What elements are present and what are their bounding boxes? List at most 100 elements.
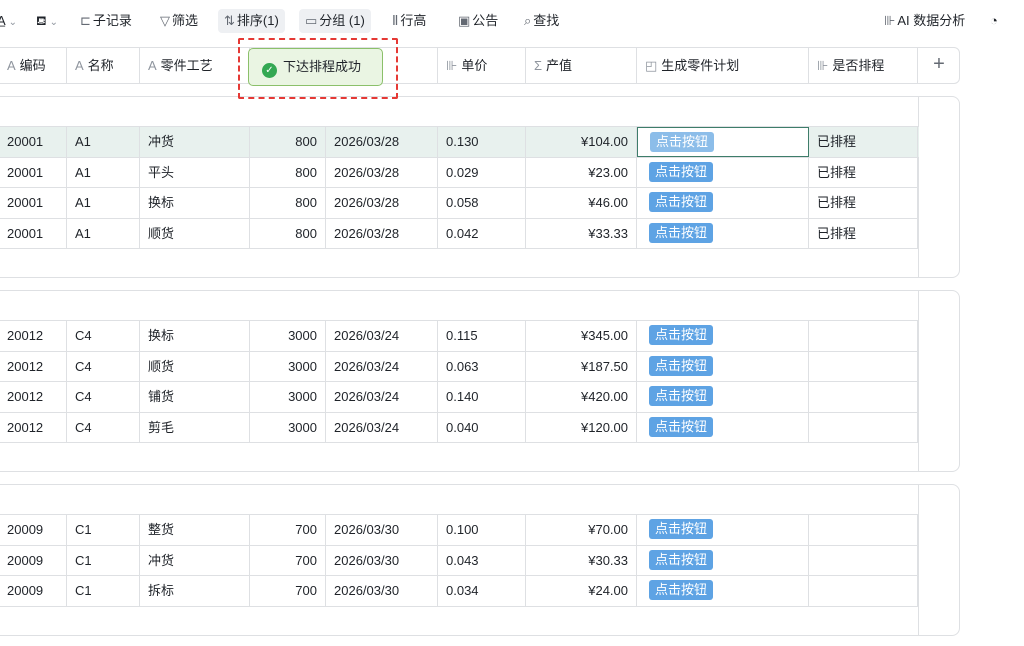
cell-qty[interactable]: 700 (250, 515, 326, 545)
cell-date[interactable]: 2026/03/30 (326, 576, 438, 606)
cell-status[interactable] (809, 351, 918, 382)
cell-qty[interactable]: 800 (250, 188, 326, 218)
cell-value[interactable]: ¥104.00 (526, 127, 637, 157)
cell-status[interactable] (809, 321, 918, 351)
cell-date[interactable]: 2026/03/24 (326, 412, 438, 443)
notice-button[interactable]: ▣ 公告 (458, 9, 498, 33)
cell-value[interactable]: ¥46.00 (526, 188, 637, 218)
cell-name[interactable]: A1 (67, 218, 140, 249)
subrecord-button[interactable]: ⊏ 子记录 (80, 9, 132, 33)
column-header-process[interactable]: A 零件工艺 (140, 48, 250, 83)
cell-process[interactable]: 拆标 (140, 576, 250, 606)
cell-price[interactable]: 0.040 (438, 412, 526, 443)
cell-value[interactable]: ¥33.33 (526, 218, 637, 249)
cell-date[interactable]: 2026/03/28 (326, 218, 438, 249)
table-row[interactable]: 20012 C4 剪毛 3000 2026/03/24 0.040 ¥120.00 点击按钮 (0, 411, 919, 443)
table-row[interactable]: 20001 A1 平头 800 2026/03/28 0.029 ¥23.00 点击按钮 已排程 (0, 156, 919, 188)
cell-name[interactable]: A1 (67, 188, 140, 218)
table-row[interactable]: 20001 A1 冲货 800 2026/03/28 0.130 ¥104.00 点击按钮 已排… (0, 126, 919, 157)
cell-code[interactable]: 20009 (0, 545, 67, 576)
cell-status[interactable] (809, 545, 918, 576)
cell-date[interactable]: 2026/03/24 (326, 351, 438, 382)
cell-qty[interactable]: 3000 (250, 351, 326, 382)
cell-date[interactable]: 2026/03/28 (326, 157, 438, 188)
cell-value[interactable]: ¥120.00 (526, 412, 637, 443)
cell-value[interactable]: ¥30.33 (526, 545, 637, 576)
cell-name[interactable]: C1 (67, 576, 140, 606)
cell-status[interactable]: 已排程 (809, 157, 918, 188)
ai-analysis-button[interactable]: ⊪ AI 数据分析 (884, 9, 965, 33)
table-row[interactable]: 20012 C4 换标 3000 2026/03/24 0.115 ¥345.00 点击按钮 (0, 320, 919, 351)
cell-status[interactable]: 已排程 (809, 188, 918, 218)
cell-process[interactable]: 冲货 (140, 127, 250, 157)
sort-button[interactable]: ⇅ 排序(1) (218, 9, 285, 33)
filter-button[interactable]: ▽ 筛选 (160, 9, 198, 33)
cell-status[interactable]: 已排程 (809, 218, 918, 249)
cell-price[interactable]: 0.100 (438, 515, 526, 545)
cell-code[interactable]: 20012 (0, 382, 67, 412)
cell-qty[interactable]: 3000 (250, 321, 326, 351)
cell-value[interactable]: ¥345.00 (526, 321, 637, 351)
generate-plan-button[interactable]: 点击按钮 (649, 580, 714, 600)
cell-qty[interactable]: 700 (250, 576, 326, 606)
cell-value[interactable]: ¥70.00 (526, 515, 637, 545)
cell-code[interactable]: 20012 (0, 412, 67, 443)
generate-plan-button[interactable]: 点击按钮 (649, 386, 714, 406)
generate-plan-button[interactable]: 点击按钮 (649, 222, 714, 243)
column-header-price[interactable]: ⊪ 单价 (438, 48, 526, 83)
cell-status[interactable]: 已排程 (809, 127, 918, 157)
cell-process[interactable]: 整货 (140, 515, 250, 545)
cell-name[interactable]: A1 (67, 157, 140, 188)
text-color-dropdown[interactable]: A̲ ⌄ (0, 9, 17, 33)
cell-status[interactable] (809, 382, 918, 412)
cell-qty[interactable]: 3000 (250, 382, 326, 412)
cell-process[interactable]: 换标 (140, 188, 250, 218)
cell-price[interactable]: 0.042 (438, 218, 526, 249)
column-header-code[interactable]: A 编码 (0, 48, 67, 83)
row-height-button[interactable]: Ⅱ 行高 (392, 9, 426, 33)
generate-plan-button[interactable]: 点击按钮 (649, 325, 714, 345)
cell-code[interactable]: 20001 (0, 188, 67, 218)
cell-qty[interactable]: 3000 (250, 412, 326, 443)
cell-price[interactable]: 0.043 (438, 545, 526, 576)
cell-price[interactable]: 0.058 (438, 188, 526, 218)
cell-code[interactable]: 20009 (0, 576, 67, 606)
cell-process[interactable]: 铺货 (140, 382, 250, 412)
add-column-button[interactable]: + (919, 48, 959, 83)
cell-price[interactable]: 0.115 (438, 321, 526, 351)
generate-plan-button[interactable]: 点击按钮 (649, 519, 714, 539)
cell-code[interactable]: 20001 (0, 127, 67, 157)
cell-name[interactable]: C4 (67, 321, 140, 351)
cell-code[interactable]: 20009 (0, 515, 67, 545)
cell-value[interactable]: ¥187.50 (526, 351, 637, 382)
cell-qty[interactable]: 800 (250, 157, 326, 188)
generate-plan-button[interactable]: 点击按钮 (649, 161, 714, 182)
cell-process[interactable]: 换标 (140, 321, 250, 351)
cell-process[interactable]: 冲货 (140, 545, 250, 576)
cell-status[interactable] (809, 515, 918, 545)
cell-process[interactable]: 顺货 (140, 351, 250, 382)
table-row[interactable]: 20012 C4 顺货 3000 2026/03/24 0.063 ¥187.50 点击按钮 (0, 350, 919, 382)
cell-code[interactable]: 20001 (0, 218, 67, 249)
history-icon[interactable]: ◔ (990, 9, 998, 33)
cell-name[interactable]: C1 (67, 545, 140, 576)
generate-plan-button[interactable]: 点击按钮 (649, 416, 714, 437)
cell-date[interactable]: 2026/03/28 (326, 127, 438, 157)
cell-date[interactable]: 2026/03/30 (326, 545, 438, 576)
cell-value[interactable]: ¥24.00 (526, 576, 637, 606)
cell-name[interactable]: C4 (67, 351, 140, 382)
cell-status[interactable] (809, 576, 918, 606)
table-row[interactable]: 20001 A1 顺货 800 2026/03/28 0.042 ¥33.33 点击按钮 已排程 (0, 217, 919, 249)
cell-code[interactable]: 20001 (0, 157, 67, 188)
cell-price[interactable]: 0.063 (438, 351, 526, 382)
cell-date[interactable]: 2026/03/30 (326, 515, 438, 545)
cell-qty[interactable]: 700 (250, 545, 326, 576)
cell-price[interactable]: 0.130 (438, 127, 526, 157)
column-header-name[interactable]: A 名称 (67, 48, 140, 83)
table-row[interactable]: 20009 C1 整货 700 2026/03/30 0.100 ¥70.00 点击按钮 (0, 514, 919, 545)
cell-price[interactable]: 0.034 (438, 576, 526, 606)
table-row[interactable]: 20009 C1 冲货 700 2026/03/30 0.043 ¥30.33 点击按钮 (0, 544, 919, 576)
table-row[interactable]: 20009 C1 拆标 700 2026/03/30 0.034 ¥24.00 点击按钮 (0, 575, 919, 606)
cell-value[interactable]: ¥23.00 (526, 157, 637, 188)
cell-price[interactable]: 0.029 (438, 157, 526, 188)
